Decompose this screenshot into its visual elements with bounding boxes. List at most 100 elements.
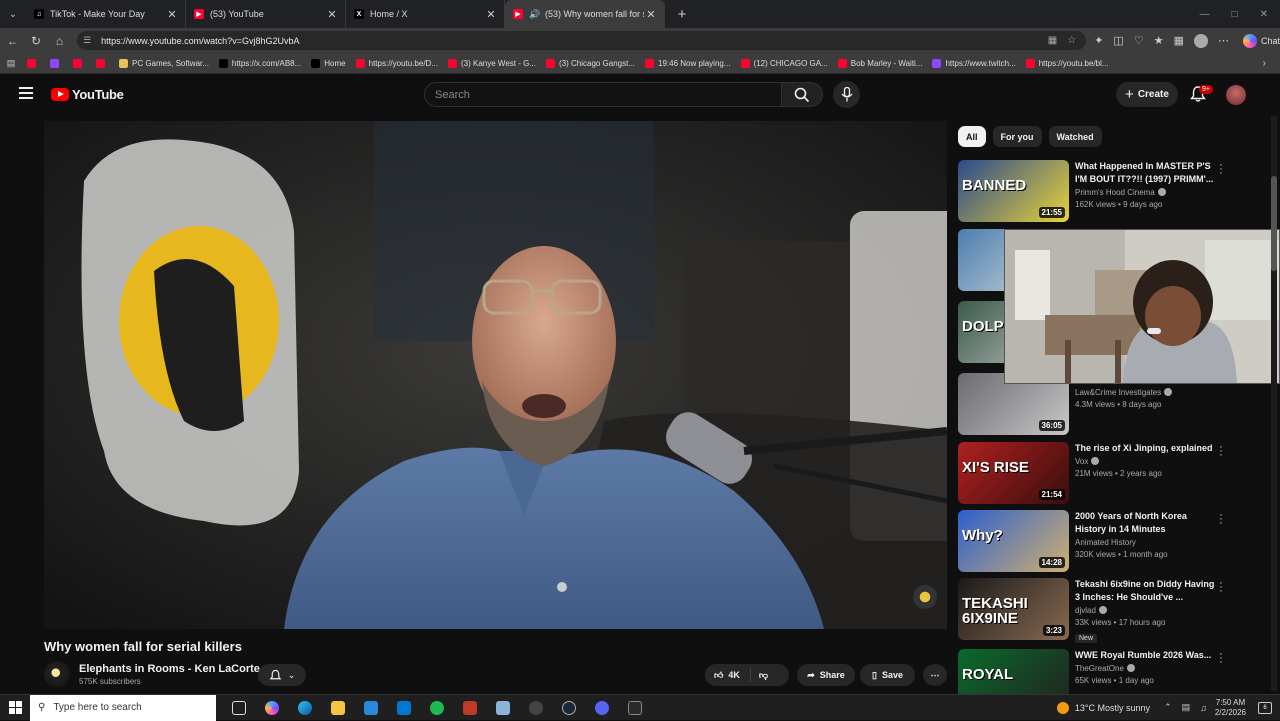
bookmark-item[interactable]: (12) CHICAGO GA... — [736, 58, 833, 68]
page-scrollbar[interactable] — [1271, 116, 1277, 691]
mail-icon[interactable] — [387, 695, 420, 721]
roblox-icon[interactable] — [519, 695, 552, 721]
channel-name[interactable]: Elephants in Rooms - Ken LaCorte — [79, 663, 260, 675]
voice-search-button[interactable] — [833, 81, 860, 108]
channel-avatar[interactable] — [44, 661, 70, 687]
recommended-video[interactable]: ROYAL WWE Royal Rumble 2026 Was... TheGrea… — [958, 649, 1268, 694]
notification-center-icon[interactable]: 6 — [1258, 701, 1272, 714]
search-button[interactable] — [781, 82, 823, 107]
minimize-icon[interactable]: — — [1200, 9, 1210, 20]
bookmark-item[interactable]: https://x.com/AB8... — [214, 58, 306, 68]
recommended-video[interactable]: Why? 14:28 2000 Years of North Korea Histo… — [958, 510, 1268, 572]
bookmark-item[interactable]: Bob Marley - Waiti... — [833, 58, 928, 68]
profile-avatar[interactable] — [1193, 33, 1208, 48]
start-button[interactable] — [0, 701, 30, 714]
browser-tab[interactable]: X Home / X ✕ — [346, 0, 505, 28]
app-icon[interactable] — [453, 695, 486, 721]
more-actions-button[interactable]: ⋯ — [923, 664, 947, 686]
video-thumbnail[interactable]: XI'S RISE 21:54 — [958, 442, 1069, 504]
chip-all[interactable]: All — [958, 126, 986, 147]
bookmark-item[interactable] — [45, 58, 68, 68]
scrollbar-thumb[interactable] — [1271, 176, 1277, 271]
tab-close-icon[interactable]: ✕ — [484, 8, 498, 21]
more-vertical-icon[interactable]: · · · — [1217, 160, 1225, 179]
bookmark-item[interactable]: https://www.twitch... — [927, 58, 1020, 68]
recommended-channel-name[interactable]: Vox — [1075, 457, 1088, 466]
settings-more-icon[interactable]: ⋯ — [1218, 34, 1229, 47]
bookmarks-overflow-icon[interactable]: › — [1263, 58, 1280, 69]
tab-close-icon[interactable]: ✕ — [325, 8, 339, 21]
bookmark-item[interactable]: 19:46 Now playing... — [640, 58, 736, 68]
recommended-video[interactable]: BANNED 21:55 What Happened In MASTER P'S I… — [958, 160, 1268, 222]
store-icon[interactable] — [354, 695, 387, 721]
url-bar[interactable]: ☰ https://www.youtube.com/watch?v=Gvj8hG… — [77, 31, 1087, 50]
edge-browser-icon[interactable] — [288, 695, 321, 721]
app-available-icon[interactable]: ▦ — [1048, 35, 1057, 46]
recommended-video[interactable]: TEKASHI 6IX9INE 3:23 Tekashi 6ix9ine on Di… — [958, 578, 1268, 643]
subscribed-notifications-button[interactable]: ⌄ — [258, 664, 306, 686]
extensions-icon[interactable]: ✦ — [1094, 34, 1103, 47]
search-input[interactable]: Search — [424, 82, 782, 107]
copilot-taskbar-icon[interactable] — [255, 695, 288, 721]
bookmark-item[interactable]: https://youtu.be/D... — [351, 58, 443, 68]
site-info-icon[interactable]: ☰ — [83, 35, 95, 46]
spotify-icon[interactable] — [420, 695, 453, 721]
video-thumbnail[interactable]: Why? 14:28 — [958, 510, 1069, 572]
like-button[interactable]: 👍︎ 4K — [705, 668, 751, 682]
maximize-icon[interactable]: □ — [1232, 9, 1238, 20]
recommended-channel-name[interactable]: TheGreatOne — [1075, 664, 1124, 673]
browser-tab[interactable]: ▶ (53) YouTube ✕ — [186, 0, 346, 28]
browser-tab[interactable]: ♫ TikTok - Make Your Day ✕ — [26, 0, 186, 28]
share-button[interactable]: ➦ Share — [797, 664, 855, 686]
recommended-video-title[interactable]: 2000 Years of North Korea History in 14 … — [1075, 510, 1215, 536]
tab-close-icon[interactable]: ✕ — [644, 8, 658, 21]
more-vertical-icon[interactable]: · · · — [1217, 578, 1225, 597]
home-icon[interactable]: ⌂ — [48, 29, 71, 53]
video-player[interactable] — [44, 121, 947, 629]
taskbar-search-box[interactable]: ⚲ Type here to search — [30, 694, 216, 721]
close-window-icon[interactable]: ✕ — [1260, 9, 1268, 20]
discord-icon[interactable] — [585, 695, 618, 721]
recommended-channel-name[interactable]: Animated History — [1075, 538, 1136, 547]
task-view-icon[interactable] — [222, 695, 255, 721]
bookmark-item[interactable]: (3) Kanye West - G... — [443, 58, 541, 68]
tab-close-icon[interactable]: ✕ — [165, 8, 179, 21]
chevron-up-icon[interactable]: ⌃ — [1164, 702, 1172, 713]
weather-widget[interactable]: 13°C Mostly sunny — [1056, 701, 1150, 714]
volume-icon[interactable]: ♫ — [1200, 703, 1207, 713]
youtube-logo[interactable]: YouTube — [51, 87, 124, 102]
save-button[interactable]: ▯ Save — [860, 664, 915, 686]
clock[interactable]: 7:50 AM 2/2/2026 — [1215, 698, 1246, 718]
sidebar-toggle-icon[interactable]: ▤ — [0, 58, 22, 69]
new-tab-icon[interactable]: + — [671, 6, 693, 23]
recommended-video-title[interactable]: The rise of Xi Jinping, explained — [1075, 442, 1215, 455]
bookmark-item[interactable] — [22, 58, 45, 68]
recommended-video-title[interactable]: Tekashi 6ix9ine on Diddy Having 3 Inches… — [1075, 578, 1215, 604]
chip-for-you[interactable]: For you — [992, 126, 1042, 147]
video-thumbnail[interactable]: ROYAL — [958, 649, 1069, 694]
bookmark-item[interactable] — [68, 58, 91, 68]
collections-icon[interactable]: ▦ — [1174, 34, 1184, 47]
back-icon[interactable]: ← — [1, 29, 24, 53]
more-vertical-icon[interactable]: · · · — [1217, 510, 1225, 529]
recommended-channel-name[interactable]: Primm's Hood Cinema — [1075, 188, 1155, 197]
more-vertical-icon[interactable]: · · · — [1217, 442, 1225, 461]
favorites-icon[interactable]: ★ — [1154, 34, 1164, 47]
bookmark-item[interactable]: https://youtu.be/bl... — [1021, 58, 1114, 68]
dislike-button[interactable]: 👎︎ — [751, 670, 776, 681]
url-text[interactable]: https://www.youtube.com/watch?v=Gvj8hG2U… — [101, 36, 299, 46]
recommended-channel-name[interactable]: Law&Crime Investigates — [1075, 388, 1161, 397]
reload-icon[interactable]: ↻ — [24, 29, 47, 53]
tab-search-dropdown-icon[interactable]: ⌄ — [0, 0, 26, 28]
favorite-star-icon[interactable]: ☆ — [1067, 35, 1076, 46]
copilot-chat-button[interactable]: Chat — [1242, 33, 1280, 48]
audio-playing-icon[interactable]: 🔊 — [529, 9, 541, 20]
browser-tab-active[interactable]: ▶ 🔊 (53) Why women fall for serial ✕ — [505, 0, 665, 28]
bookmark-item[interactable] — [91, 58, 114, 68]
epic-games-icon[interactable] — [618, 695, 651, 721]
bookmark-item[interactable]: Home — [306, 58, 350, 68]
bookmark-item[interactable]: (3) Chicago Gangst... — [541, 58, 640, 68]
recommended-video-title[interactable]: WWE Royal Rumble 2026 Was... — [1075, 649, 1215, 662]
recommended-channel-name[interactable]: djvlad — [1075, 606, 1096, 615]
create-button[interactable]: + Create — [1116, 82, 1178, 107]
